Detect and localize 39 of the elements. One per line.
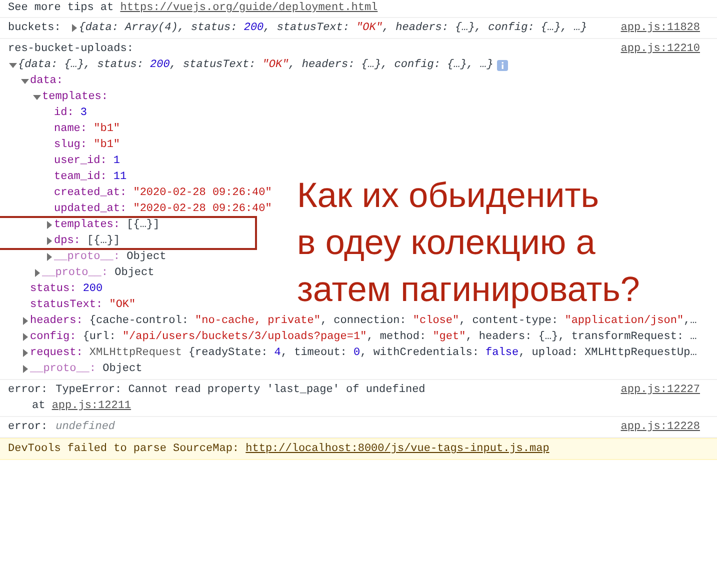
sourcemap-link[interactable]: http://localhost:8000/js/vue-tags-input.js.map xyxy=(246,441,550,457)
property-line[interactable]: __proto__: Object xyxy=(54,249,166,265)
object-preview[interactable]: {data: Array(4), status: 200, statusText: "OK", headers: {…}, config: {…}, …} xyxy=(78,20,588,36)
warning-message: DevTools failed to parse SourceMap: xyxy=(8,442,240,457)
source-link[interactable]: app.js:12227 xyxy=(620,382,700,398)
log-label: error: xyxy=(8,383,48,398)
property-line[interactable]: data: xyxy=(30,73,70,89)
property-line[interactable]: request: XMLHttpRequest {readyState: 4, timeout: 0, withCredentials: false, upload: XMLHttpRequestUp… xyxy=(30,345,697,361)
property-line: id: 3 xyxy=(54,106,88,121)
property-line[interactable]: templates: [{…}] xyxy=(54,217,160,233)
source-link[interactable]: app.js:11828 xyxy=(620,20,700,36)
log-label: res-bucket-uploads: xyxy=(8,42,134,57)
property-line[interactable]: __proto__: Object xyxy=(30,361,142,377)
property-line[interactable]: headers: {cache-control: "no-cache, private", connection: "close", content-type: "application/json",… xyxy=(30,313,697,329)
console-message: See more tips at xyxy=(8,1,115,16)
object-preview[interactable]: {data: {…}, status: 200, statusText: "OK", headers: {…}, config: {…}, …} xyxy=(18,57,494,73)
stack-link[interactable]: app.js:12211 xyxy=(52,398,132,414)
property-line: statusText: "OK" xyxy=(30,298,136,313)
info-icon xyxy=(497,60,508,70)
property-line[interactable]: __proto__: Object xyxy=(42,265,154,281)
property-line[interactable]: config: {url: "/api/users/buckets/3/uploads?page=1", method: "get", headers: {…}, transformRequest: … xyxy=(30,329,697,345)
error-message: TypeError: Cannot read property 'last_page' of undefined xyxy=(56,383,426,398)
property-line: name: "b1" xyxy=(54,122,120,137)
source-link[interactable]: app.js:12228 xyxy=(620,419,700,435)
log-label: error: xyxy=(8,420,48,435)
property-line: slug: "b1" xyxy=(54,138,120,153)
property-line: user_id: 1 xyxy=(54,154,120,169)
annotation-text: Как их обьиденить в одеу колекцию а затем пагинировать? xyxy=(297,175,640,311)
object-preview: undefined xyxy=(56,420,116,435)
source-link[interactable]: app.js:12210 xyxy=(620,41,700,57)
property-line: updated_at: "2020-02-28 09:26:40" xyxy=(54,202,272,217)
property-line: created_at: "2020-02-28 09:26:40" xyxy=(54,186,272,201)
stack-prefix: at xyxy=(32,399,46,414)
property-line[interactable]: templates: xyxy=(42,89,115,105)
property-line[interactable]: dps: [{…}] xyxy=(54,233,120,249)
log-label: buckets: xyxy=(8,21,61,36)
property-line: team_id: 11 xyxy=(54,170,127,185)
property-line: status: 200 xyxy=(30,282,103,297)
docs-link[interactable]: https://vuejs.org/guide/deployment.html xyxy=(120,0,378,16)
